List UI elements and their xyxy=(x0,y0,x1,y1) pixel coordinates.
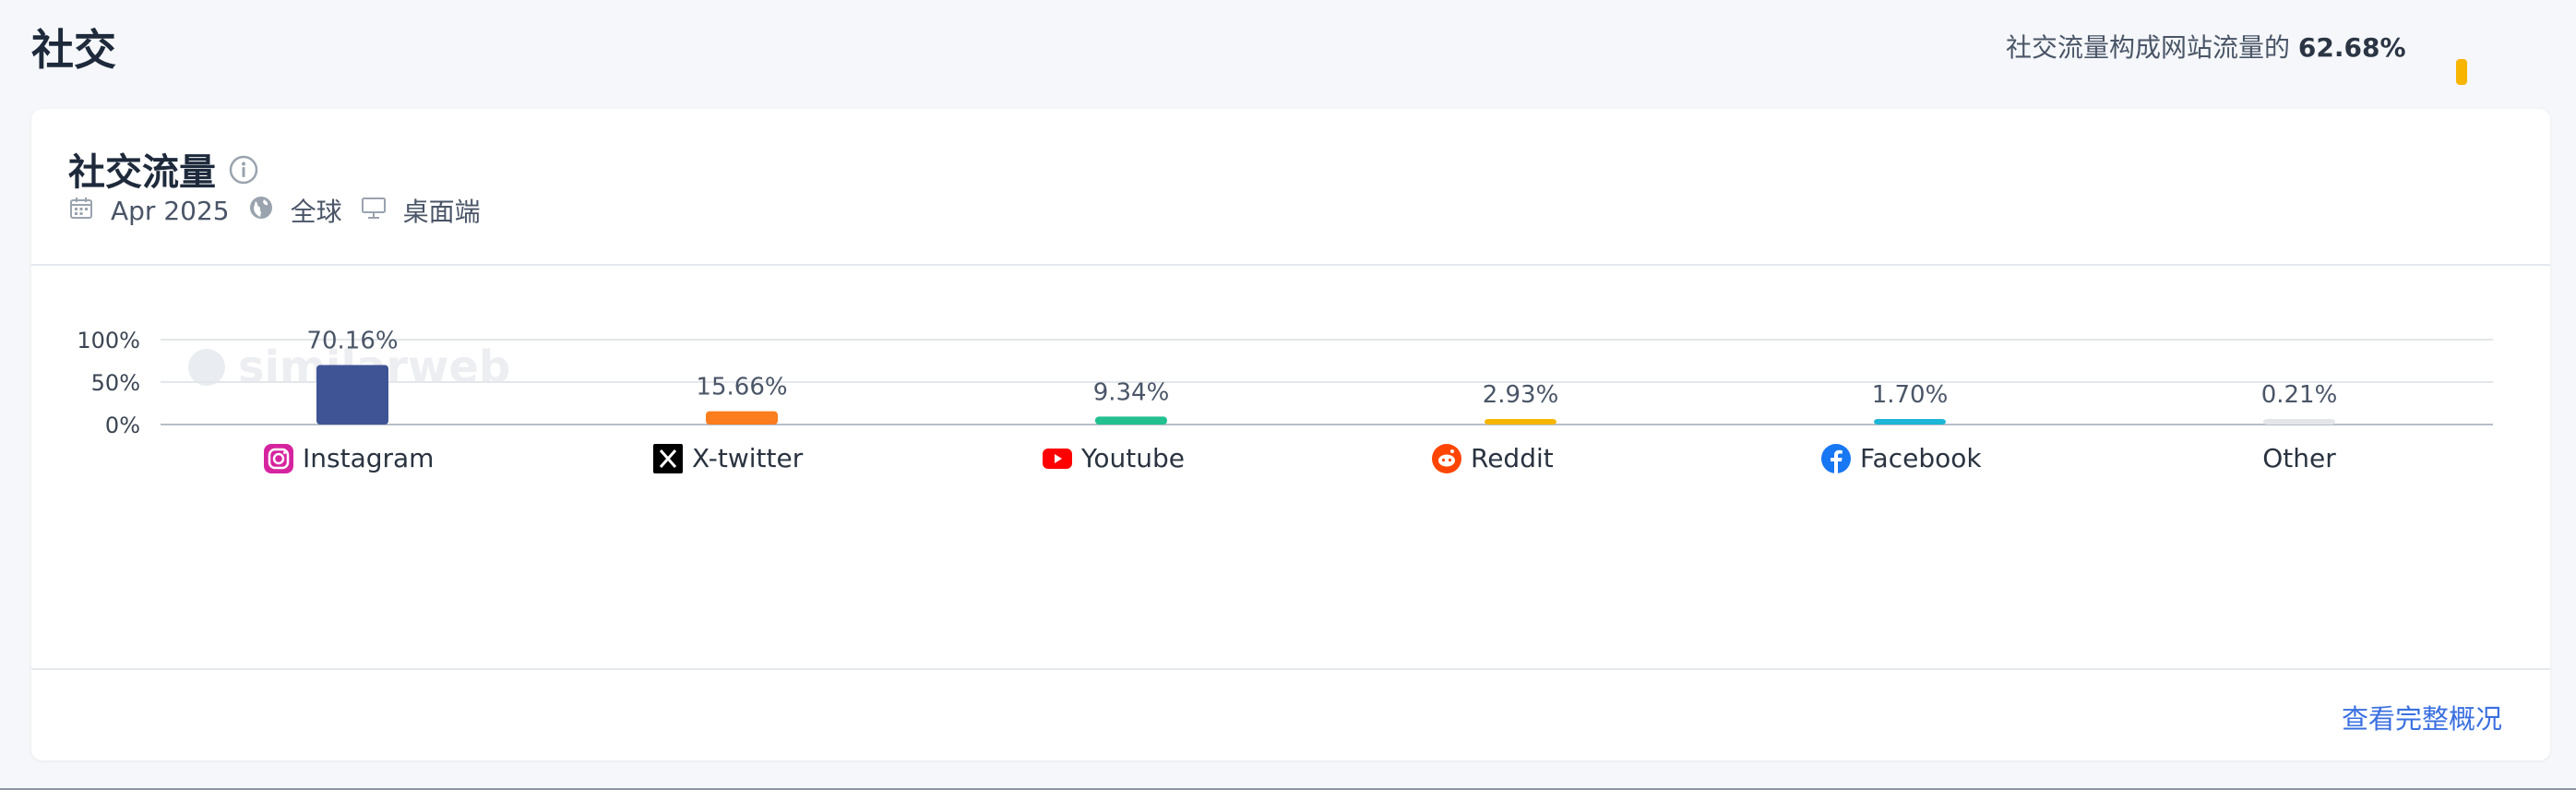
facebook-icon xyxy=(1821,444,1851,473)
data-label: 70.16% xyxy=(306,327,398,354)
x-tick-label: Instagram xyxy=(303,443,434,473)
info-icon[interactable] xyxy=(229,155,258,188)
card-title: 社交流量 xyxy=(68,151,216,194)
social-share-summary: 社交流量构成网站流量的 62.68% xyxy=(2006,28,2406,65)
watermark-logo-icon xyxy=(188,349,225,386)
bar xyxy=(1095,416,1167,425)
x-tick-label: Reddit xyxy=(1471,443,1554,473)
card-footer: 查看完整概况 xyxy=(31,668,2550,762)
social-traffic-card: 社交流量 Apr 2025 全球 桌面端 100% 50% 0% 70.16% … xyxy=(31,109,2550,760)
x-tick-label: Facebook xyxy=(1860,443,1982,473)
social-traffic-chart: similarweb100%50%0%70.16%Instagram15.66%… xyxy=(31,266,2550,616)
reddit-face xyxy=(1438,454,1455,467)
data-label: 9.34% xyxy=(1093,378,1170,406)
instagram-dot xyxy=(283,451,286,454)
region-filter[interactable]: 全球 xyxy=(248,192,342,229)
y-tick-label: 50% xyxy=(91,370,140,396)
page-title: 社交 xyxy=(31,25,116,75)
summary-text: 社交流量构成网站流量的 xyxy=(2006,32,2291,63)
reddit-eye xyxy=(1441,458,1446,462)
bar-chart: similarweb100%50%0%70.16%Instagram15.66%… xyxy=(77,327,2493,473)
summary-value: 62.68% xyxy=(2297,32,2406,63)
data-label: 2.93% xyxy=(1483,381,1559,409)
filter-meta: Apr 2025 全球 桌面端 xyxy=(68,192,499,229)
bar xyxy=(2263,419,2335,425)
desktop-icon xyxy=(361,195,403,227)
date-filter[interactable]: Apr 2025 xyxy=(68,195,230,227)
reddit-antenna xyxy=(1450,449,1454,453)
youtube-icon xyxy=(1043,449,1072,469)
view-full-overview-link[interactable]: 查看完整概况 xyxy=(2342,698,2502,736)
data-label: 15.66% xyxy=(696,374,787,401)
x-tick-label: Youtube xyxy=(1080,443,1185,473)
bar xyxy=(316,365,388,425)
globe-icon xyxy=(248,195,291,227)
y-tick-label: 100% xyxy=(77,328,140,353)
x-tick-label: X-twitter xyxy=(692,443,804,473)
device-label: 桌面端 xyxy=(402,197,481,227)
calendar-icon xyxy=(68,195,111,227)
region-label: 全球 xyxy=(290,197,342,227)
bar xyxy=(1874,419,1946,425)
instagram-icon xyxy=(264,444,293,473)
x-tick-label: Other xyxy=(2262,443,2336,473)
reddit-icon xyxy=(1432,444,1461,473)
data-label: 1.70% xyxy=(1872,381,1949,409)
bar xyxy=(706,411,778,425)
card-header: 社交流量 Apr 2025 全球 桌面端 xyxy=(31,109,2550,266)
device-filter[interactable]: 桌面端 xyxy=(361,192,481,229)
data-label: 0.21% xyxy=(2261,381,2338,409)
date-label: Apr 2025 xyxy=(111,195,230,226)
reddit-eye xyxy=(1448,458,1452,462)
social-share-mini-bar xyxy=(2456,59,2467,85)
y-tick-label: 0% xyxy=(105,413,140,438)
x-twitter-icon xyxy=(653,444,683,473)
bar xyxy=(1485,419,1556,425)
